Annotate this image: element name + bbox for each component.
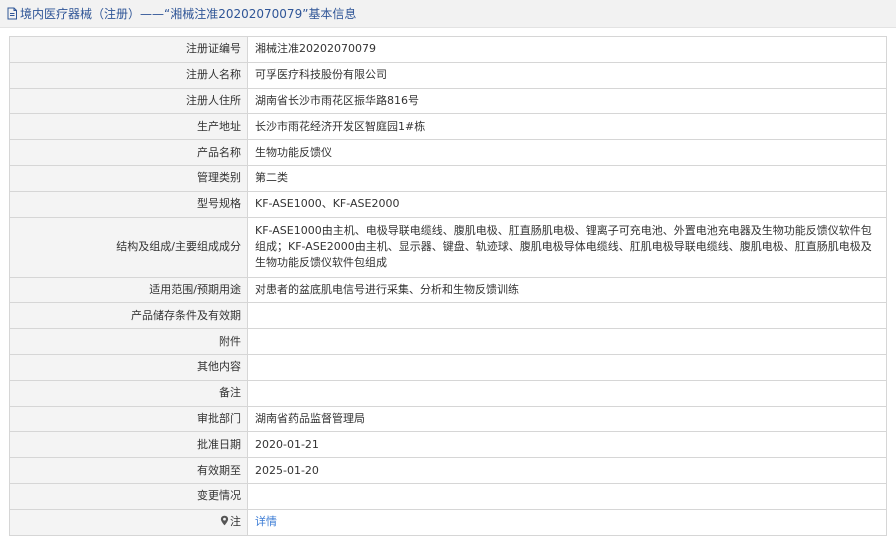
row-value: 湘械注准20202070079 xyxy=(247,36,887,63)
table-row: 备注 xyxy=(9,379,887,407)
note-label-cell: 注 xyxy=(9,508,248,536)
row-value xyxy=(247,482,887,510)
table-row: 有效期至 2025-01-20 xyxy=(9,457,887,484)
row-label: 附件 xyxy=(9,328,248,355)
row-label: 注册证编号 xyxy=(9,36,248,63)
row-value: 长沙市雨花经济开发区智庭园1#栋 xyxy=(247,113,887,141)
row-label: 适用范围/预期用途 xyxy=(9,276,248,304)
table-row: 注册证编号 湘械注准20202070079 xyxy=(9,36,887,63)
table-row: 审批部门 湖南省药品监督管理局 xyxy=(9,405,887,433)
row-label: 备注 xyxy=(9,379,248,407)
table-row: 注册人住所 湖南省长沙市雨花区振华路816号 xyxy=(9,87,887,115)
row-value: 生物功能反馈仪 xyxy=(247,139,887,166)
table-row: 批准日期 2020-01-21 xyxy=(9,431,887,459)
table-row: 附件 xyxy=(9,328,887,355)
row-label: 管理类别 xyxy=(9,164,248,192)
table-row: 生产地址 长沙市雨花经济开发区智庭园1#栋 xyxy=(9,113,887,141)
table-row: 产品名称 生物功能反馈仪 xyxy=(9,139,887,166)
row-label: 其他内容 xyxy=(9,353,248,381)
row-value: 湖南省药品监督管理局 xyxy=(247,405,887,433)
row-label: 有效期至 xyxy=(9,457,248,484)
row-label: 注册人名称 xyxy=(9,61,248,89)
table-row: 产品储存条件及有效期 xyxy=(9,302,887,330)
note-value-cell: 详情 xyxy=(247,508,887,536)
row-value: 对患者的盆底肌电信号进行采集、分析和生物反馈训练 xyxy=(247,276,887,304)
row-value: 2020-01-21 xyxy=(247,431,887,459)
row-value xyxy=(247,353,887,381)
table-row: 型号规格 KF-ASE1000、KF-ASE2000 xyxy=(9,190,887,218)
row-label: 生产地址 xyxy=(9,113,248,141)
row-value: 可孚医疗科技股份有限公司 xyxy=(247,61,887,89)
table-row: 管理类别 第二类 xyxy=(9,164,887,192)
row-label: 变更情况 xyxy=(9,482,248,510)
row-value xyxy=(247,328,887,355)
table-row: 变更情况 xyxy=(9,482,887,510)
row-label: 审批部门 xyxy=(9,405,248,433)
page-title: 境内医疗器械（注册）——“湘械注准20202070079”基本信息 xyxy=(20,7,357,21)
row-label: 型号规格 xyxy=(9,190,248,218)
row-label: 注册人住所 xyxy=(9,87,248,115)
table-row: 结构及组成/主要组成成分 KF-ASE1000由主机、电极导联电缆线、腹肌电极、… xyxy=(9,216,887,278)
row-label: 产品名称 xyxy=(9,139,248,166)
info-table: 注册证编号 湘械注准20202070079 注册人名称 可孚医疗科技股份有限公司… xyxy=(9,36,887,536)
row-label: 产品储存条件及有效期 xyxy=(9,302,248,330)
row-value: 第二类 xyxy=(247,164,887,192)
table-row: 适用范围/预期用途 对患者的盆底肌电信号进行采集、分析和生物反馈训练 xyxy=(9,276,887,304)
row-label: 结构及组成/主要组成成分 xyxy=(9,216,248,278)
row-value: 2025-01-20 xyxy=(247,457,887,484)
row-value xyxy=(247,302,887,330)
note-label: 注 xyxy=(230,514,241,528)
note-row: 注 详情 xyxy=(9,508,887,536)
row-value xyxy=(247,379,887,407)
row-value: KF-ASE1000由主机、电极导联电缆线、腹肌电极、肛直肠肌电极、锂离子可充电… xyxy=(247,216,887,278)
page-header: 境内医疗器械（注册）——“湘械注准20202070079”基本信息 xyxy=(0,0,896,28)
row-label: 批准日期 xyxy=(9,431,248,459)
details-link[interactable]: 详情 xyxy=(255,515,277,528)
row-value: KF-ASE1000、KF-ASE2000 xyxy=(247,190,887,218)
table-row: 注册人名称 可孚医疗科技股份有限公司 xyxy=(9,61,887,89)
pin-icon xyxy=(220,515,229,531)
row-value: 湖南省长沙市雨花区振华路816号 xyxy=(247,87,887,115)
document-icon xyxy=(6,7,18,20)
table-row: 其他内容 xyxy=(9,353,887,381)
